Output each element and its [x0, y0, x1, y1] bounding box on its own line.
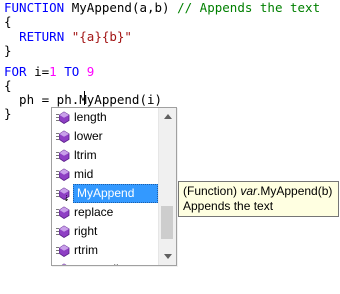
scroll-up-arrow-icon[interactable] — [159, 108, 176, 125]
method-icon — [56, 225, 70, 238]
method-icon — [56, 111, 70, 124]
method-icon — [56, 206, 70, 219]
autocomplete-item-label: rtrim — [74, 243, 98, 257]
autocomplete-item-right[interactable]: right — [52, 222, 158, 241]
autocomplete-item-label: replace — [74, 205, 114, 219]
autocomplete-popup[interactable]: length lower ltrim mid ⇣ MyAppend replace right… — [51, 107, 177, 266]
code-line-4: } — [4, 43, 12, 58]
autocomplete-item-mid[interactable]: mid — [52, 165, 158, 184]
autocomplete-item-length[interactable]: length — [52, 108, 158, 127]
autocomplete-item-label: MyAppend — [73, 184, 158, 203]
autocomplete-item-savetodb[interactable]: savetodb — [52, 260, 158, 265]
autocomplete-item-label: savetodb — [74, 260, 123, 265]
scrollbar-thumb[interactable] — [161, 206, 173, 239]
autocomplete-item-lower[interactable]: lower — [52, 127, 158, 146]
code-line-1: FUNCTION MyAppend(a,b) // Appends the te… — [4, 0, 321, 15]
autocomplete-item-ltrim[interactable]: ltrim — [52, 146, 158, 165]
code-line-2: { — [4, 14, 12, 29]
scroll-down-arrow-icon[interactable] — [159, 248, 176, 265]
autocomplete-item-replace[interactable]: replace — [52, 203, 158, 222]
autocomplete-item-label: mid — [74, 167, 94, 181]
method-icon — [56, 263, 70, 265]
method-icon: ⇣ — [56, 187, 70, 203]
method-icon — [56, 149, 70, 162]
code-line-3: RETURN "{a}{b}" — [19, 29, 132, 44]
autocomplete-scrollbar[interactable] — [158, 108, 176, 265]
autocomplete-item-label: ltrim — [74, 148, 97, 162]
autocomplete-list[interactable]: length lower ltrim mid ⇣ MyAppend replace right… — [52, 108, 158, 265]
code-line-9: } — [4, 106, 12, 121]
tooltip-description: Appends the text — [183, 199, 274, 213]
method-icon — [56, 168, 70, 181]
autocomplete-item-label: lower — [74, 129, 103, 143]
method-icon — [56, 244, 70, 257]
signature-tooltip: (Function) var.MyAppend(b) Appends the t… — [178, 181, 339, 217]
code-line-6: FOR i=1 TO 9 — [4, 64, 95, 79]
autocomplete-item-rtrim[interactable]: rtrim — [52, 241, 158, 260]
text-caret — [84, 91, 85, 105]
user-method-icon: ⇣ — [63, 194, 70, 203]
tooltip-signature: (Function) var.MyAppend(b) — [183, 184, 333, 198]
autocomplete-item-label: right — [74, 224, 98, 238]
autocomplete-item-myappend[interactable]: ⇣ MyAppend — [52, 184, 158, 203]
method-icon — [56, 130, 70, 143]
autocomplete-item-label: length — [74, 110, 107, 124]
